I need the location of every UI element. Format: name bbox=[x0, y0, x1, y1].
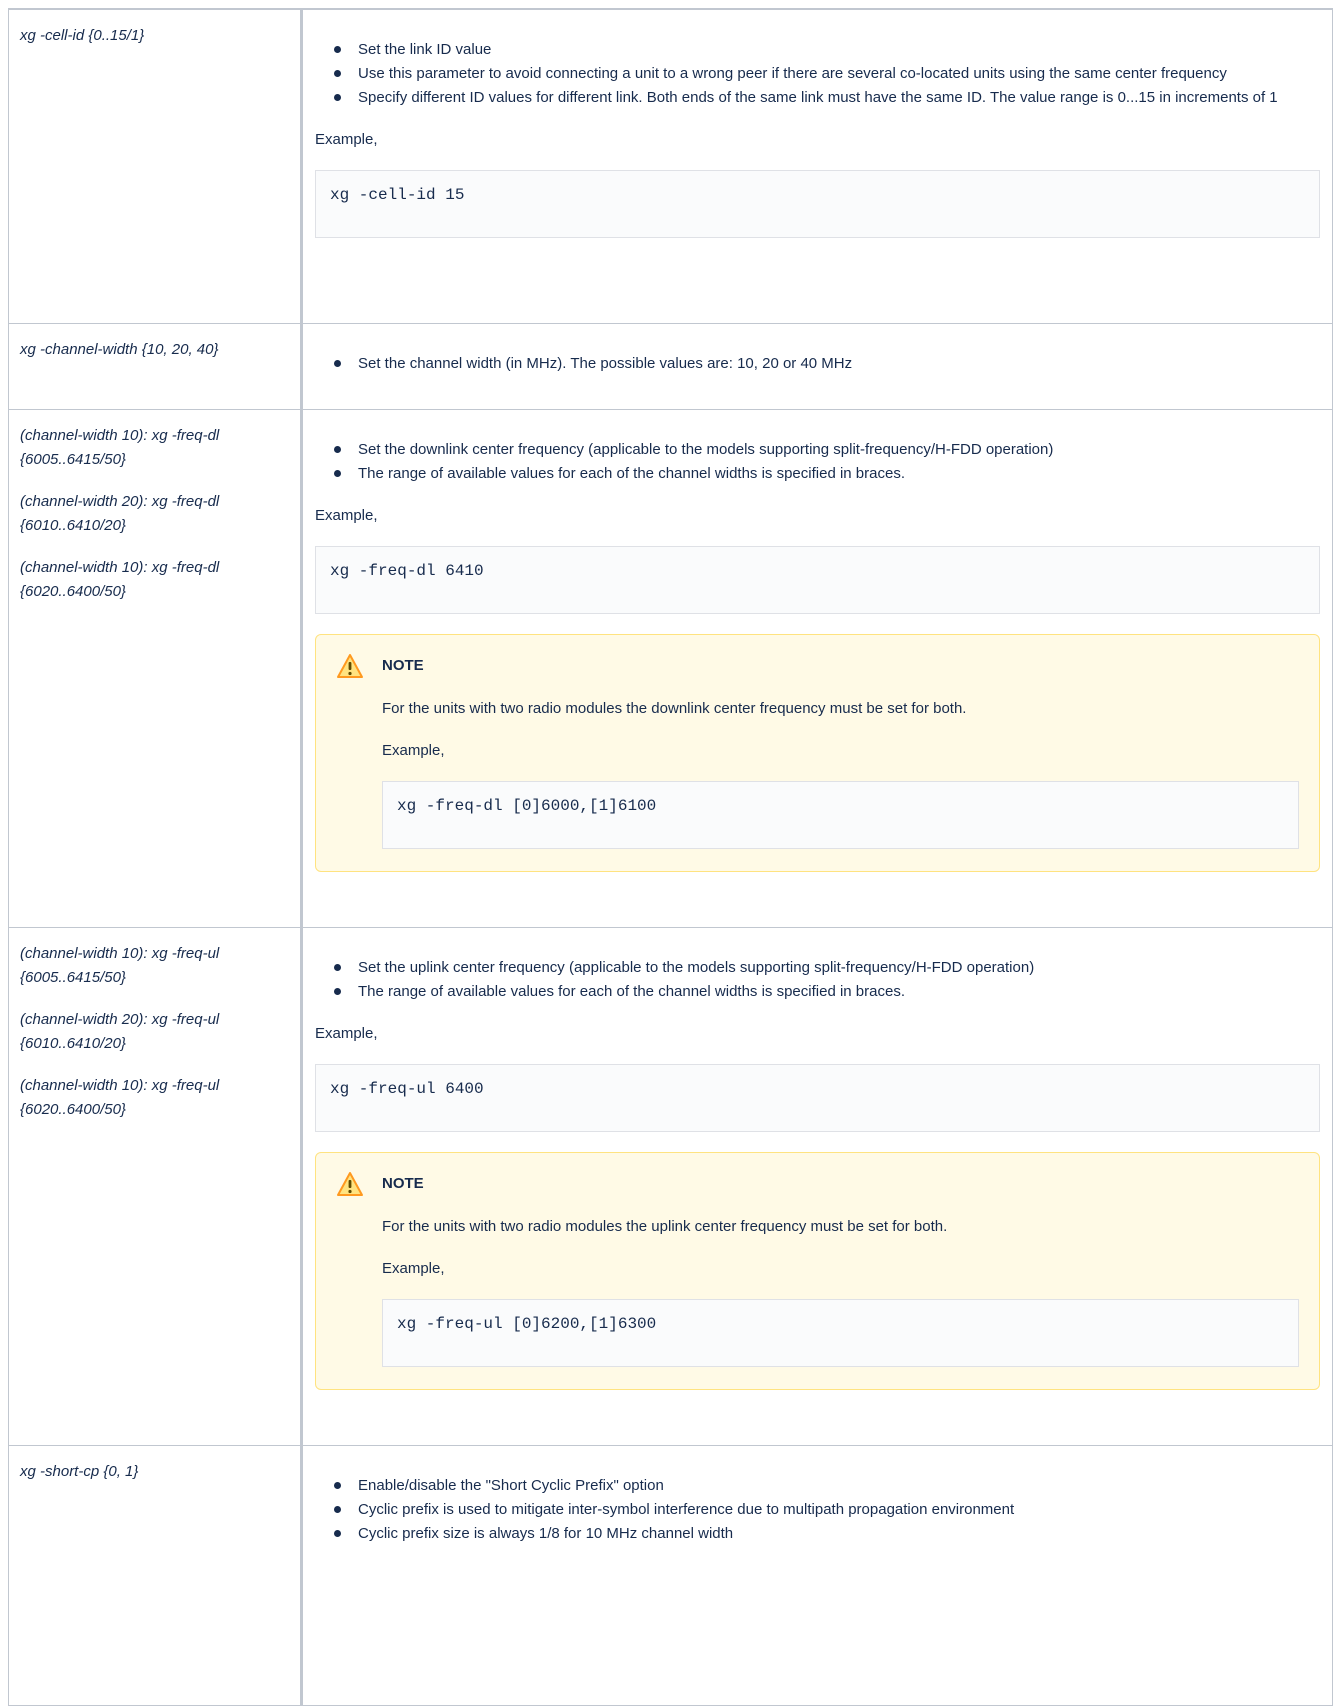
example-label: Example, bbox=[315, 131, 378, 148]
param-syntax: xg -channel-width {10, 20, 40} bbox=[20, 340, 219, 358]
note-title: NOTE bbox=[382, 1175, 424, 1192]
bullet-list: Set the uplink center frequency (applica… bbox=[315, 956, 1320, 1004]
list-item: Set the channel width (in MHz). The poss… bbox=[334, 352, 1320, 376]
note-text: For the units with two radio modules the… bbox=[382, 1217, 948, 1235]
list-item: Cyclic prefix size is always 1/8 for 10 … bbox=[334, 1522, 1320, 1546]
note-header: NOTE bbox=[336, 1171, 1299, 1197]
list-item: Set the downlink center frequency (appli… bbox=[334, 438, 1320, 462]
code-block[interactable]: xg -freq-dl 6410 bbox=[315, 545, 1320, 614]
param-syntax: xg -cell-id {0..15/1} bbox=[20, 27, 145, 44]
list-item: The range of available values for each o… bbox=[334, 980, 1320, 1004]
bullet-list: Set the channel width (in MHz). The poss… bbox=[315, 352, 1320, 376]
table-row: (channel-width 10): xg -freq-ul {6005..6… bbox=[8, 926, 1333, 1446]
code-block[interactable]: xg -freq-ul 6400 bbox=[315, 1063, 1320, 1132]
param-cell: xg -short-cp {0, 1} bbox=[8, 1444, 303, 1706]
param-syntax: (channel-width 10): xg -freq-dl {6005..6… bbox=[20, 426, 220, 468]
param-cell: (channel-width 10): xg -freq-dl {6005..6… bbox=[8, 408, 303, 928]
table-row: xg -short-cp {0, 1} Enable/disable the "… bbox=[8, 1444, 1333, 1706]
list-item: Specify different ID values for differen… bbox=[334, 86, 1320, 110]
note-body: For the units with two radio modules the… bbox=[336, 697, 1299, 849]
example-label: Example, bbox=[382, 741, 445, 759]
bullet-list: Set the link ID value Use this parameter… bbox=[315, 38, 1320, 110]
description-cell: Set the channel width (in MHz). The poss… bbox=[301, 322, 1333, 410]
note-header: NOTE bbox=[336, 653, 1299, 679]
param-cell: xg -channel-width {10, 20, 40} bbox=[8, 322, 303, 410]
description-cell: Enable/disable the "Short Cyclic Prefix"… bbox=[301, 1444, 1333, 1706]
param-syntax: xg -short-cp {0, 1} bbox=[20, 1462, 139, 1480]
parameter-table: xg -cell-id {0..15/1} Set the link ID va… bbox=[8, 8, 1333, 1706]
param-syntax: (channel-width 10): xg -freq-dl {6020..6… bbox=[20, 558, 220, 600]
param-syntax: (channel-width 10): xg -freq-ul {6020..6… bbox=[20, 1076, 220, 1118]
note-body: For the units with two radio modules the… bbox=[336, 1215, 1299, 1367]
list-item: Set the uplink center frequency (applica… bbox=[334, 956, 1320, 980]
param-cell: (channel-width 10): xg -freq-ul {6005..6… bbox=[8, 926, 303, 1446]
example-label: Example, bbox=[382, 1259, 445, 1277]
note-title: NOTE bbox=[382, 657, 424, 674]
warning-icon bbox=[337, 653, 363, 678]
param-syntax: (channel-width 20): xg -freq-dl {6010..6… bbox=[20, 492, 220, 534]
list-item: Set the link ID value bbox=[334, 38, 1320, 62]
table-row: xg -cell-id {0..15/1} Set the link ID va… bbox=[8, 8, 1333, 324]
note-panel: NOTE For the units with two radio module… bbox=[315, 633, 1320, 872]
list-item: The range of available values for each o… bbox=[334, 462, 1320, 486]
description-cell: Set the downlink center frequency (appli… bbox=[301, 408, 1333, 928]
example-label: Example, bbox=[315, 1024, 378, 1042]
description-cell: Set the uplink center frequency (applica… bbox=[301, 926, 1333, 1446]
table-row: xg -channel-width {10, 20, 40} Set the c… bbox=[8, 322, 1333, 410]
note-panel: NOTE For the units with two radio module… bbox=[315, 1151, 1320, 1390]
bullet-list: Set the downlink center frequency (appli… bbox=[315, 438, 1320, 486]
param-syntax: (channel-width 10): xg -freq-ul {6005..6… bbox=[20, 944, 220, 986]
code-block[interactable]: xg -cell-id 15 bbox=[315, 170, 1320, 238]
list-item: Cyclic prefix is used to mitigate inter-… bbox=[334, 1498, 1320, 1522]
param-cell: xg -cell-id {0..15/1} bbox=[8, 8, 303, 324]
code-block[interactable]: xg -freq-dl [0]6000,[1]6100 bbox=[382, 780, 1299, 849]
code-block[interactable]: xg -freq-ul [0]6200,[1]6300 bbox=[382, 1298, 1299, 1367]
note-text: For the units with two radio modules the… bbox=[382, 699, 967, 717]
list-item: Enable/disable the "Short Cyclic Prefix"… bbox=[334, 1474, 1320, 1498]
bullet-list: Enable/disable the "Short Cyclic Prefix"… bbox=[315, 1474, 1320, 1546]
table-row: (channel-width 10): xg -freq-dl {6005..6… bbox=[8, 408, 1333, 928]
param-syntax: (channel-width 20): xg -freq-ul {6010..6… bbox=[20, 1010, 220, 1052]
list-item: Use this parameter to avoid connecting a… bbox=[334, 62, 1320, 86]
description-cell: Set the link ID value Use this parameter… bbox=[301, 8, 1333, 324]
example-label: Example, bbox=[315, 506, 378, 524]
warning-icon bbox=[337, 1171, 363, 1196]
